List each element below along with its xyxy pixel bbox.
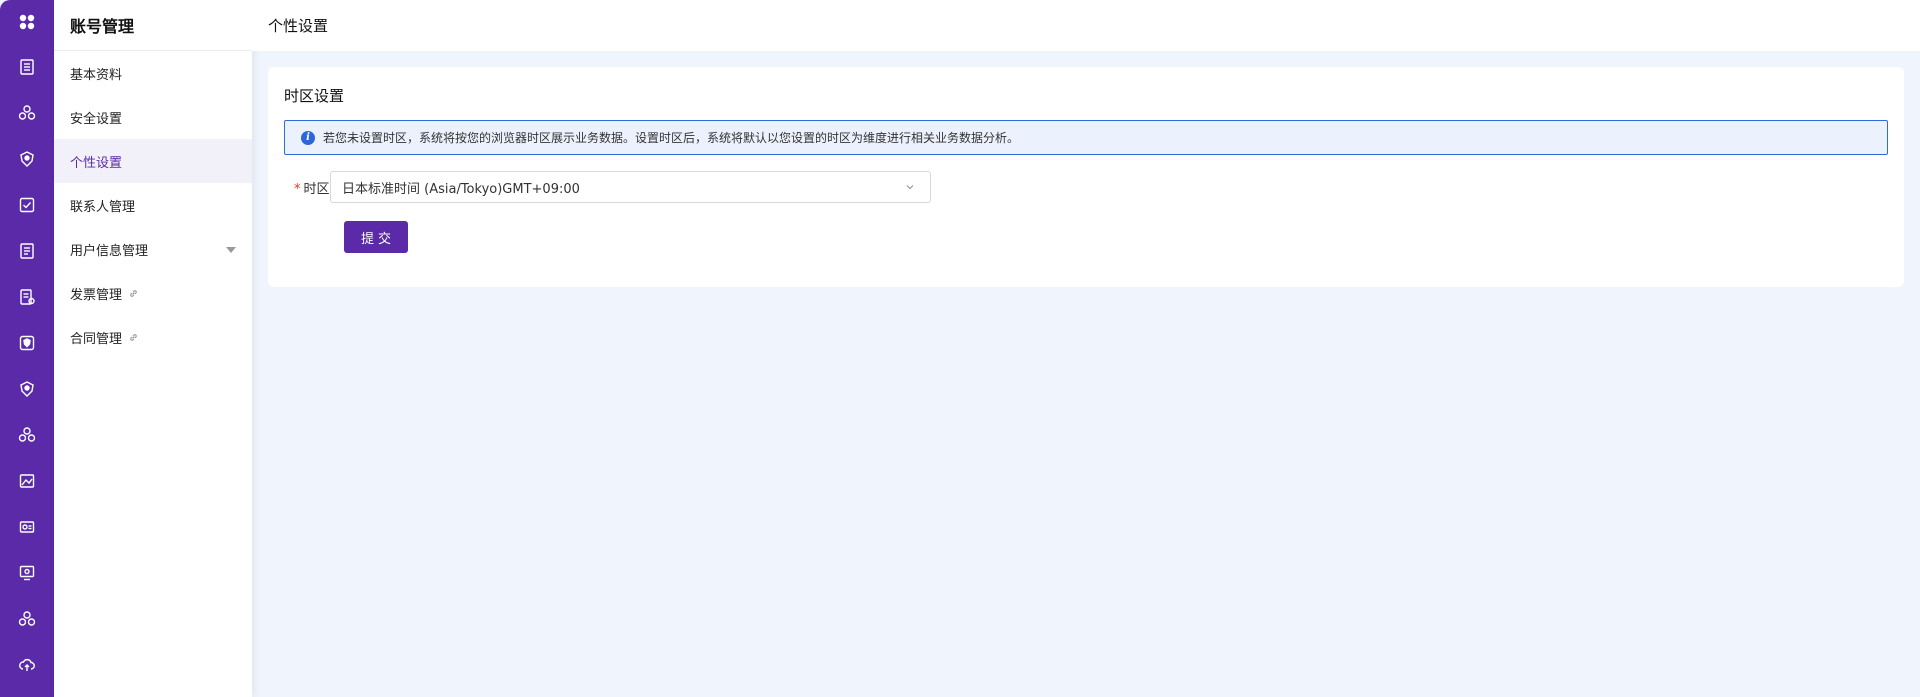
sidebar-item-personalization[interactable]: 个性设置 [54, 139, 252, 183]
chevron-down-icon [906, 185, 914, 190]
info-icon: i [301, 130, 315, 145]
sidebar-item-label: 个性设置 [70, 155, 123, 171]
sidebar-title: 账号管理 [54, 0, 252, 51]
page-title: 个性设置 [268, 17, 329, 35]
apps-icon[interactable] [0, 0, 54, 44]
card-title: 时区设置 [284, 87, 345, 105]
required-mark: * [294, 181, 301, 197]
caret-down-icon[interactable] [226, 247, 236, 253]
document-gear-icon[interactable] [0, 274, 54, 320]
cluster-icon[interactable] [0, 412, 54, 458]
monitor-icon[interactable] [0, 550, 54, 596]
sidebar-item-label: 合同管理 [70, 331, 123, 347]
sidebar-item-label: 基本资料 [70, 67, 123, 83]
shield-hand-icon[interactable] [0, 366, 54, 412]
cluster-icon[interactable] [0, 90, 54, 136]
sidebar-item-basic-info[interactable]: 基本资料 [54, 51, 252, 95]
shield-hand-icon[interactable] [0, 136, 54, 182]
timezone-label-text: 时区 [303, 181, 330, 197]
link-icon [128, 332, 139, 343]
id-card-icon[interactable] [0, 504, 54, 550]
sidebar-item-label: 发票管理 [70, 287, 123, 303]
icon-rail [0, 0, 54, 697]
submit-button[interactable]: 提交 [344, 221, 408, 253]
alert-text: 若您未设置时区，系统将按您的浏览器时区展示业务数据。设置时区后，系统将默认以您设… [323, 131, 1020, 145]
info-alert: i 若您未设置时区，系统将按您的浏览器时区展示业务数据。设置时区后，系统将默认以… [284, 120, 1888, 155]
cloud-upload-icon[interactable] [0, 642, 54, 688]
timezone-form-row: * 时区 日本标准时间 (Asia/Tokyo)GMT+09:00 [294, 171, 931, 203]
sidebar-item-label: 联系人管理 [70, 199, 136, 215]
sidebar-item-contracts[interactable]: 合同管理 [54, 315, 252, 359]
sidebar-item-label: 安全设置 [70, 111, 123, 127]
timezone-select-value: 日本标准时间 (Asia/Tokyo)GMT+09:00 [342, 181, 580, 197]
sidebar-item-user-info[interactable]: 用户信息管理 [54, 227, 252, 271]
sidebar-item-security[interactable]: 安全设置 [54, 95, 252, 139]
image-icon[interactable] [0, 458, 54, 504]
timezone-select[interactable]: 日本标准时间 (Asia/Tokyo)GMT+09:00 [330, 171, 931, 203]
sidebar-item-contacts[interactable]: 联系人管理 [54, 183, 252, 227]
account-sidebar: 账号管理 基本资料 安全设置 个性设置 联系人管理 用户信息管理 发票管理 合同… [54, 0, 252, 697]
cluster-icon[interactable] [0, 596, 54, 642]
sidebar-item-invoices[interactable]: 发票管理 [54, 271, 252, 315]
sidebar-item-label: 用户信息管理 [70, 243, 149, 259]
check-square-icon[interactable] [0, 182, 54, 228]
document-icon[interactable] [0, 228, 54, 274]
building-icon[interactable] [0, 44, 54, 90]
timezone-label: * 时区 [294, 178, 330, 197]
page-header: 个性设置 [252, 0, 1920, 51]
badge-icon[interactable] [0, 320, 54, 366]
timezone-card: 时区设置 i 若您未设置时区，系统将按您的浏览器时区展示业务数据。设置时区后，系… [268, 67, 1904, 287]
link-icon [128, 288, 139, 299]
